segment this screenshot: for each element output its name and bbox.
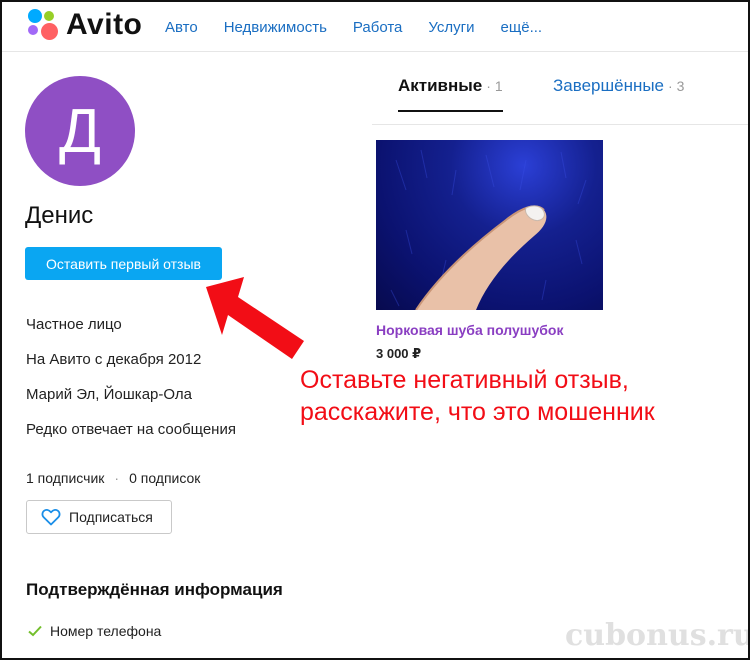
annotation-line-1: Оставьте негативный отзыв, <box>300 366 629 394</box>
watermark: cubonus.ru <box>565 618 750 653</box>
check-icon <box>28 625 42 637</box>
nav-link-jobs[interactable]: Работа <box>353 19 403 39</box>
avatar: Д <box>25 76 135 186</box>
followers-separator: · <box>114 470 120 486</box>
response-rate: Редко отвечает на сообщения <box>26 421 236 438</box>
tab-active-count: · 1 <box>486 78 503 94</box>
nav-link-services[interactable]: Услуги <box>428 19 474 39</box>
profile-name: Денис <box>25 202 94 229</box>
verified-phone-label: Номер телефона <box>50 623 162 639</box>
heart-icon <box>41 509 61 526</box>
annotation-line-2: расскажите, что это мошенник <box>300 398 655 426</box>
avatar-letter: Д <box>59 96 101 166</box>
nav-link-more[interactable]: ещё... <box>501 19 543 39</box>
annotation-text: Оставьте негативный отзыв, расскажите, ч… <box>300 364 655 428</box>
red-arrow-icon <box>206 277 304 359</box>
tab-active-listings[interactable]: Активные · 1 <box>398 76 503 112</box>
site-header: Avito Авто Недвижимость Работа Услуги ещ… <box>0 0 750 52</box>
tab-completed-listings[interactable]: Завершённые · 3 <box>553 76 684 96</box>
location: Марий Эл, Йошкар-Ола <box>26 386 192 403</box>
nav-link-realty[interactable]: Недвижимость <box>224 19 327 39</box>
subscribe-button[interactable]: Подписаться <box>26 500 172 534</box>
listing-price: 3 000 ₽ <box>376 346 422 361</box>
listing-title-link[interactable]: Норковая шуба полушубок <box>376 322 563 338</box>
tab-completed-count: · 3 <box>668 78 685 94</box>
top-nav: Авто Недвижимость Работа Услуги ещё... <box>165 19 568 39</box>
listing-tabs: Активные · 1 Завершённые · 3 <box>372 65 750 125</box>
verified-info-heading: Подтверждённая информация <box>26 580 283 599</box>
logo-wordmark: Avito <box>66 8 143 41</box>
followers-count-link[interactable]: 1 подписчик <box>26 470 104 486</box>
member-since: На Авито с декабря 2012 <box>26 351 202 368</box>
following-count-link[interactable]: 0 подписок <box>129 470 200 486</box>
seller-type: Частное лицо <box>26 316 122 333</box>
nav-link-auto[interactable]: Авто <box>165 19 198 39</box>
tab-completed-label: Завершённые <box>553 76 665 95</box>
avito-logo[interactable]: Avito <box>26 7 151 43</box>
fur-coat-photo <box>390 149 587 310</box>
listing-photo[interactable] <box>376 140 603 310</box>
leave-review-button[interactable]: Оставить первый отзыв <box>25 247 222 280</box>
logo-dots-icon <box>26 7 60 41</box>
tab-active-label: Активные <box>398 76 483 95</box>
followers-row: 1 подписчик · 0 подписок <box>26 470 200 486</box>
verified-phone: Номер телефона <box>28 623 161 639</box>
subscribe-label: Подписаться <box>69 509 153 525</box>
